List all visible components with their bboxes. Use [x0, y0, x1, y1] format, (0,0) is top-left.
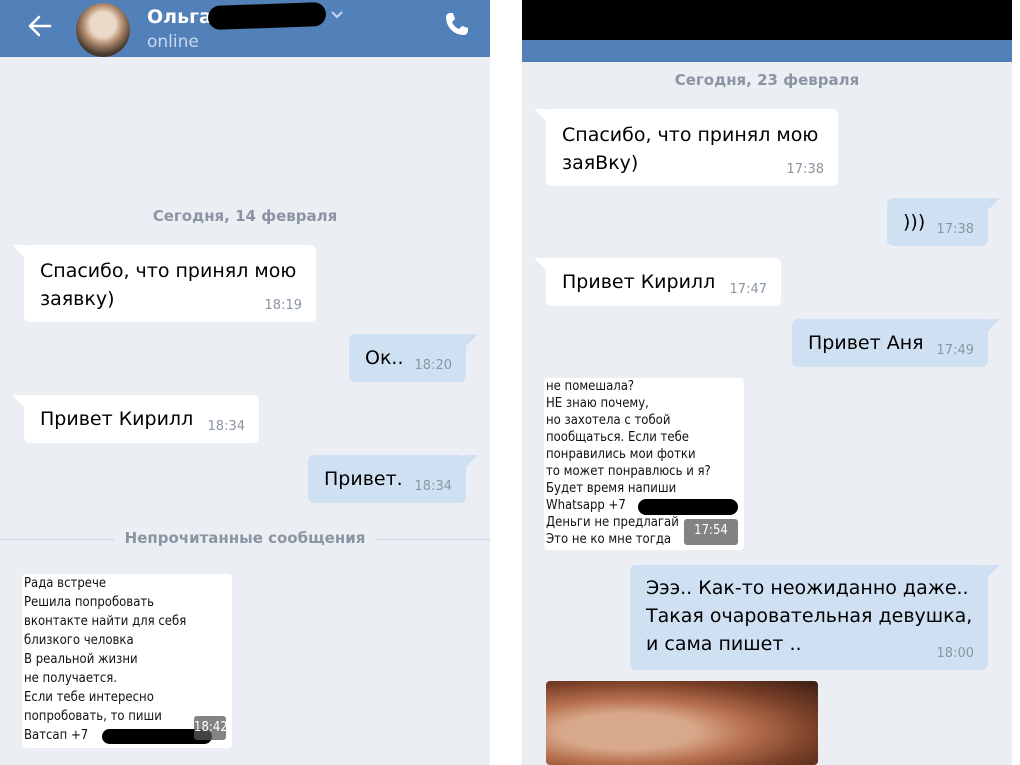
photo-attachment[interactable] — [546, 681, 818, 765]
screenshot-text-line: но захотела с тобой — [546, 413, 671, 428]
message-text: Спасибо, что принял мою заяВку) — [562, 124, 819, 174]
chat-header: Ольга online — [0, 0, 490, 57]
redaction-mark — [638, 499, 738, 515]
message-bubble-incoming[interactable]: Спасибо, что принял мою заявку) 18:19 — [12, 245, 316, 322]
contact-name[interactable]: Ольга — [147, 6, 212, 28]
message-time: 17:47 — [729, 282, 767, 297]
message-time-badge: 17:54 — [684, 519, 738, 545]
message-bubble-incoming[interactable]: Привет Кирилл 18:34 — [12, 395, 259, 443]
screenshot-text-line: НЕ знаю почему, — [546, 396, 649, 411]
screenshot-message[interactable]: Рада встрече Решила попробовать вконтакт… — [22, 574, 232, 748]
message-bubble-incoming[interactable]: Спасибо, что принял мою заяВку) 17:38 — [534, 109, 838, 186]
message-time: 17:38 — [936, 222, 974, 237]
screenshot-text-line: Будет время напиши — [546, 481, 677, 496]
screenshot-text-line: вконтакте найти для себя — [24, 614, 187, 629]
screenshot-text-line: Рада встрече — [24, 576, 107, 591]
contact-status: online — [147, 32, 199, 52]
screenshot-text-line: Ватсап +7 — [24, 728, 89, 743]
phone-icon[interactable] — [444, 11, 470, 37]
message-text: Привет. — [324, 468, 403, 490]
screenshot-text-line: то может понравлюсь и я? — [546, 464, 711, 479]
left-chat-screen: Ольга online Сегодня, 14 февраля Спасибо… — [0, 0, 490, 765]
message-bubble-incoming[interactable]: Привет Кирилл 17:47 — [534, 258, 781, 306]
message-bubble-outgoing[interactable]: Эээ.. Как-то неожиданно даже.. Такая оча… — [630, 565, 1000, 670]
message-time: 18:20 — [414, 358, 452, 373]
status-bar — [522, 0, 1012, 40]
message-bubble-outgoing[interactable]: Привет. 18:34 — [308, 455, 478, 503]
message-bubble-outgoing[interactable]: ))) 17:38 — [887, 198, 1000, 246]
date-divider: Сегодня, 14 февраля — [152, 207, 338, 225]
screenshot-text-line: Деньги не предлагай — [546, 515, 679, 530]
message-text: Эээ.. Как-то неожиданно даже.. Такая оча… — [646, 577, 973, 655]
chat-header — [522, 40, 1012, 62]
redaction-mark — [207, 1, 327, 31]
message-time: 17:49 — [936, 343, 974, 358]
message-bubble-outgoing[interactable]: Привет Аня 17:49 — [792, 319, 1000, 367]
message-time-badge: 18:42 — [194, 716, 228, 740]
screenshot-text-line: не помешала? — [546, 379, 635, 394]
screenshot-text-line: попробовать, то пиши — [24, 709, 162, 724]
screenshot-text-line: понравились мои фотки — [546, 447, 696, 462]
message-time: 18:34 — [207, 419, 245, 434]
back-arrow-icon[interactable] — [26, 12, 54, 40]
message-text: ))) — [903, 211, 926, 233]
screenshot-text-line: Если тебе интересно — [24, 690, 154, 705]
message-time: 18:19 — [264, 298, 302, 313]
message-time: 18:00 — [936, 646, 974, 661]
message-time: 18:34 — [414, 479, 452, 494]
message-text: Ок.. — [365, 347, 404, 369]
message-time: 17:38 — [786, 162, 824, 177]
message-text: Привет Кирилл — [562, 271, 716, 293]
screenshot-text-line: Решила попробовать — [24, 595, 155, 610]
avatar[interactable] — [76, 3, 130, 57]
screenshot-text-line: не получается. — [24, 671, 118, 686]
message-text: Спасибо, что принял мою заявку) — [40, 260, 297, 310]
unread-label: Непрочитанные сообщения — [114, 529, 376, 547]
message-text: Привет Кирилл — [40, 408, 194, 430]
message-text: Привет Аня — [808, 332, 924, 354]
message-bubble-outgoing[interactable]: Ок.. 18:20 — [349, 334, 478, 382]
right-chat-screen: Сегодня, 23 февраля Спасибо, что принял … — [522, 0, 1012, 765]
screenshot-text-line: пообщаться. Если тебе — [546, 430, 689, 445]
screenshot-text-line: В реальной жизни — [24, 652, 138, 667]
screenshot-text-line: Это не ко мне тогда — [546, 532, 672, 547]
screenshot-text-line: Whatsapp +7 — [546, 498, 626, 513]
screenshot-message[interactable]: не помешала? НЕ знаю почему, но захотела… — [544, 378, 744, 550]
date-divider: Сегодня, 23 февраля — [674, 71, 860, 89]
screenshot-text-line: близкого человка — [24, 633, 134, 648]
chevron-down-icon[interactable] — [330, 10, 344, 20]
